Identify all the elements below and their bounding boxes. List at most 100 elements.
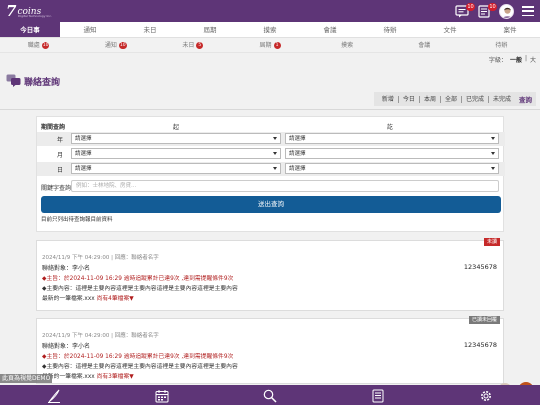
- font-size-separator: |: [524, 55, 527, 62]
- main-tabs: 今日事 通知 未日 屆期 摸索 會議 待辦 文件 案件: [0, 22, 540, 38]
- query-button[interactable]: 查詢: [515, 94, 532, 104]
- filter-incomplete[interactable]: 未完成: [489, 96, 515, 103]
- more-files-link[interactable]: 尚有4筆檔案▼: [97, 296, 134, 302]
- font-size-large[interactable]: 大: [530, 55, 536, 64]
- day-from-select[interactable]: 請選擇: [71, 163, 281, 174]
- sub-tabs: 職處 10 通知 10 未日 5 屆期 1 摸索 會議 待辦: [0, 38, 540, 53]
- subtab-badge: 10: [118, 42, 127, 49]
- notice-icon[interactable]: 10: [477, 2, 497, 18]
- document-icon[interactable]: [371, 388, 385, 403]
- tab-today[interactable]: 今日事: [0, 22, 60, 37]
- subtab-label: 職處: [27, 42, 40, 49]
- month-label: 月: [57, 151, 64, 159]
- logo-mark: 7: [6, 2, 17, 20]
- card-time: 2024/11/9 下午 04:29:00 | 回應：聯絡者名字: [42, 333, 159, 339]
- year-row: 年 請選擇 請選擇: [37, 132, 505, 146]
- tab-todo[interactable]: 待辦: [360, 22, 420, 37]
- keyword-input[interactable]: 例如：士林地院、房貸...: [71, 180, 499, 192]
- card-target: 聯絡對象：李小名: [42, 265, 91, 272]
- subtab-badge: 5: [196, 42, 204, 49]
- month-to-select[interactable]: 請選擇: [285, 148, 499, 159]
- day-label: 日: [57, 166, 64, 174]
- subtab-todo[interactable]: 待辦: [463, 38, 540, 52]
- subtab-due-day[interactable]: 未日 5: [154, 38, 231, 52]
- keyword-label: 關鍵字查詢: [41, 185, 72, 192]
- filter-today[interactable]: 今日: [399, 95, 420, 103]
- status-badge: 已讀未回覆: [468, 316, 500, 324]
- filter-this-week[interactable]: 本周: [420, 95, 441, 103]
- status-badge: 未讀: [483, 238, 500, 246]
- messages-icon[interactable]: 10: [455, 2, 475, 18]
- calendar-icon[interactable]: [155, 388, 169, 403]
- tab-cases[interactable]: 案件: [480, 22, 540, 37]
- app-root: 7 coins Digital Technology Inc. 10 10 今日…: [0, 0, 540, 405]
- bottom-nav: [0, 385, 540, 405]
- card-attachments: 最新的一筆檔案.xxx 尚有4筆檔案▼: [42, 293, 134, 302]
- user-avatar[interactable]: [499, 3, 514, 19]
- search-icon[interactable]: [263, 388, 277, 403]
- gear-icon[interactable]: [479, 388, 493, 402]
- period-header-row: 期間查詢 起 訖: [37, 119, 505, 133]
- page-title: 聯絡查詢: [24, 78, 61, 88]
- latest-file[interactable]: 最新的一筆檔案.xxx: [42, 296, 95, 302]
- font-size-normal[interactable]: 一般: [510, 55, 522, 64]
- day-to-select[interactable]: 請選擇: [285, 163, 499, 174]
- subtab-handling[interactable]: 職處 10: [0, 38, 77, 52]
- filter-add[interactable]: 新增: [378, 95, 399, 103]
- top-bar: 7 coins Digital Technology Inc. 10 10: [0, 0, 540, 22]
- messages-badge: 10: [466, 2, 475, 11]
- card-attachments: 最新的一筆檔案.xxx 尚有3筆檔案▼: [42, 371, 134, 380]
- contact-card[interactable]: 已讀未回覆 2024/11/9 下午 04:29:00 | 回應：聯絡者名字 聯…: [36, 316, 504, 384]
- page-header: 聯絡查詢: [6, 72, 60, 91]
- card-target: 聯絡對象：李小名: [42, 343, 91, 350]
- month-row: 月 請選擇 請選擇: [37, 147, 505, 161]
- tab-meeting[interactable]: 會議: [300, 22, 360, 37]
- subtab-expiry[interactable]: 屆期 1: [231, 38, 308, 52]
- year-from-select[interactable]: 請選擇: [71, 133, 281, 144]
- card-subject: ◆主旨：於2024-11-09 16:29 逾時追蹤累計已達9次 ,達到需提醒條…: [42, 354, 234, 360]
- card-content: ◆主要內容：這裡是主要內容這裡是主要內容這裡是主要內容這裡是主要內容: [42, 286, 238, 292]
- font-size-switch: 字級： 一般 | 大: [489, 55, 536, 64]
- tab-expiry[interactable]: 屆期: [180, 22, 240, 37]
- logo[interactable]: 7 coins Digital Technology Inc.: [6, 2, 52, 20]
- to-label: 訖: [387, 123, 394, 131]
- menu-icon[interactable]: [522, 6, 534, 16]
- period-label: 期間查詢: [41, 123, 66, 131]
- filter-bar: 新增 今日 本周 全部 已完成 未完成 查詢: [373, 92, 536, 106]
- subtab-badge: 10: [41, 42, 50, 49]
- notice-badge: 10: [488, 2, 497, 11]
- subtab-notice[interactable]: 通知 10: [77, 38, 154, 52]
- logo-subtitle: Digital Technology Inc.: [18, 14, 52, 18]
- subtab-label: 未日: [182, 42, 195, 49]
- demo-label: 此頁為視覺DEMO: [0, 374, 53, 383]
- divider: [0, 109, 540, 110]
- filter-completed[interactable]: 已完成: [462, 95, 489, 103]
- filter-all[interactable]: 全部: [441, 95, 462, 103]
- tab-notice[interactable]: 通知: [60, 22, 120, 37]
- query-form: 期間查詢 起 訖 年 請選擇 請選擇 月 請選擇 請選擇 日 請選擇 請選擇 關…: [36, 116, 505, 232]
- top-icons: 10 10: [455, 2, 534, 19]
- quill-icon[interactable]: [47, 388, 61, 403]
- contact-card[interactable]: 未讀 2024/11/9 下午 04:29:00 | 回應：聯絡者名字 聯絡對象…: [36, 238, 504, 311]
- subtab-badge: 1: [273, 42, 281, 49]
- chat-icon: [6, 72, 21, 91]
- more-files-link[interactable]: 尚有3筆檔案▼: [97, 374, 134, 380]
- tab-due-day[interactable]: 未日: [120, 22, 180, 37]
- card-subject: ◆主旨：於2024-11-09 16:29 逾時追蹤累計已達9次 ,達到需提醒條…: [42, 276, 234, 282]
- from-label: 起: [173, 123, 180, 131]
- card-time: 2024/11/9 下午 04:29:00 | 回應：聯絡者名字: [42, 255, 159, 261]
- tab-explore[interactable]: 摸索: [240, 22, 300, 37]
- tab-documents[interactable]: 文件: [420, 22, 480, 37]
- card-content: ◆主要內容：這裡是主要內容這裡是主要內容這裡是主要內容這裡是主要內容: [42, 364, 238, 370]
- day-row: 日 請選擇 請選擇: [37, 162, 505, 176]
- hint-text: 目前只列出待查詢報目前資料: [41, 217, 113, 223]
- font-size-label: 字級：: [488, 57, 507, 64]
- year-label: 年: [57, 136, 64, 144]
- month-from-select[interactable]: 請選擇: [71, 148, 281, 159]
- year-to-select[interactable]: 請選擇: [285, 133, 499, 144]
- card-id: 12345678: [463, 341, 497, 349]
- card-id: 12345678: [463, 263, 497, 271]
- subtab-explore[interactable]: 摸索: [309, 38, 386, 52]
- submit-query-button[interactable]: 送出查詢: [41, 196, 501, 213]
- subtab-meeting[interactable]: 會議: [386, 38, 463, 52]
